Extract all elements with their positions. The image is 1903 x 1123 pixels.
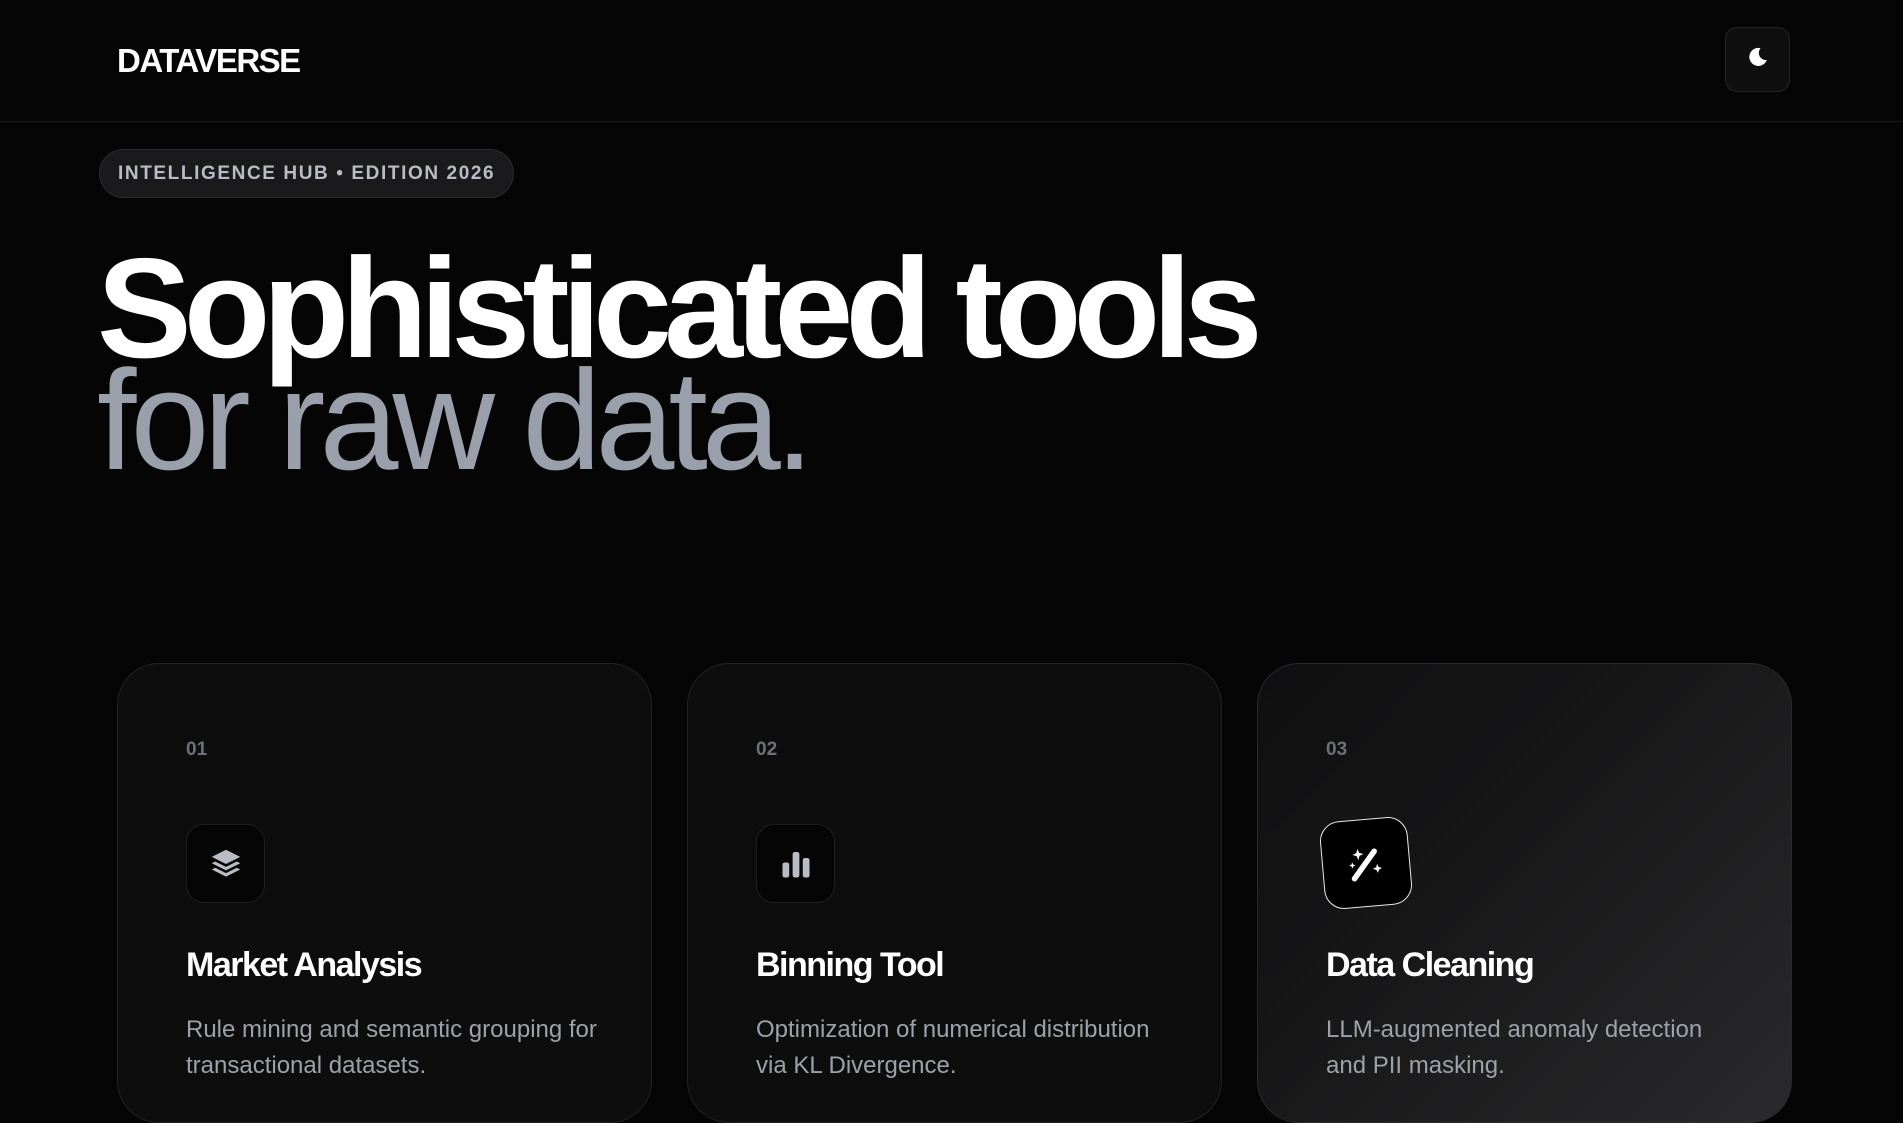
- card-number: 02: [756, 739, 778, 760]
- layers-icon: [186, 824, 265, 903]
- tool-card-data-cleaning[interactable]: 03 Data Cleaning LLM-augmented anomaly d…: [1257, 663, 1792, 1123]
- tool-card-binning-tool[interactable]: 02 Binning Tool Optimization of numerica…: [687, 663, 1222, 1123]
- card-description: LLM-augmented anomaly detection and PII …: [1326, 1016, 1703, 1079]
- card-title: Binning Tool: [756, 946, 945, 984]
- card-title: Market Analysis: [186, 946, 423, 984]
- card-description: Rule mining and semantic grouping for tr…: [186, 1016, 597, 1079]
- top-navigation-bar: DATAVERSE: [0, 0, 1903, 122]
- theme-toggle-button[interactable]: [1725, 27, 1790, 92]
- moon-icon: [1746, 45, 1770, 74]
- hero-badge: INTELLIGENCE HUB • EDITION 2026: [99, 149, 515, 198]
- card-title: Data Cleaning: [1326, 946, 1535, 984]
- tool-card-market-analysis[interactable]: 01 Market Analysis Rule mining and seman…: [117, 663, 652, 1123]
- hero-subheadline: for raw data.: [97, 341, 814, 500]
- magic-wand-icon: [1318, 815, 1414, 911]
- card-description: Optimization of numerical distribution v…: [756, 1016, 1150, 1079]
- logo[interactable]: DATAVERSE: [117, 42, 301, 80]
- bar-chart-icon: [756, 824, 835, 903]
- card-number: 03: [1326, 739, 1348, 760]
- card-number: 01: [186, 739, 208, 760]
